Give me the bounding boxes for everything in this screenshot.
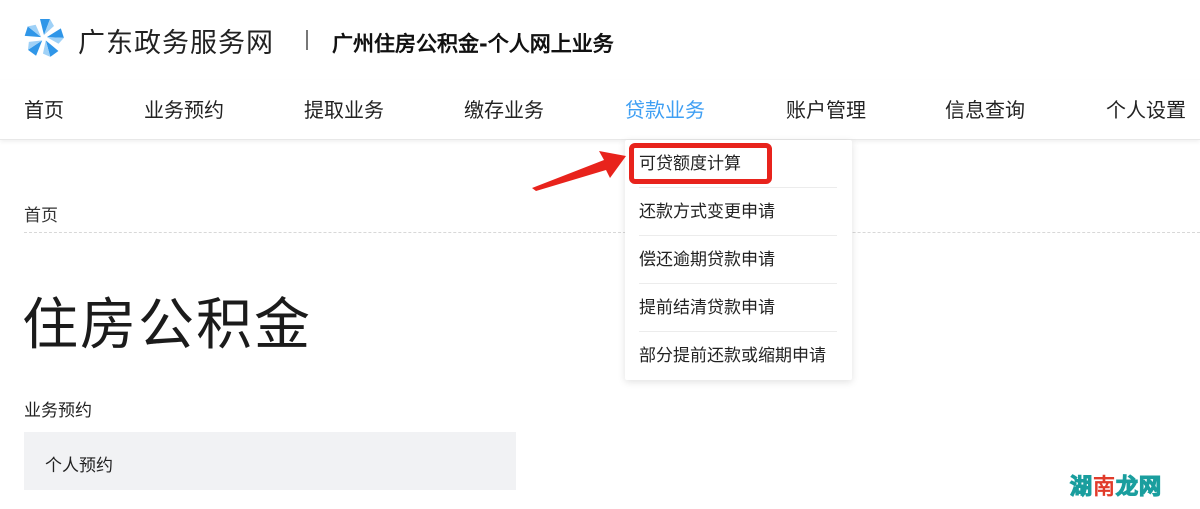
dropdown-item-repayment-change[interactable]: 还款方式变更申请 (639, 188, 837, 236)
appointment-card[interactable]: 个人预约 (24, 432, 516, 490)
nav-item-withdrawal[interactable]: 提取业务 (304, 94, 384, 123)
page: 广东政务服务网 广州住房公积金-个人网上业务 首页 业务预约 提取业务 缴存业务… (0, 0, 1200, 509)
watermark-part1: 湖 (1069, 474, 1094, 500)
breadcrumb[interactable]: 首页 (24, 201, 58, 226)
nav-item-settings[interactable]: 个人设置 (1106, 94, 1186, 123)
dropdown-item-early-settlement[interactable]: 提前结清贷款申请 (639, 284, 837, 332)
nav-item-appointment[interactable]: 业务预约 (144, 94, 224, 123)
dropdown-item-partial-prepayment[interactable]: 部分提前还款或缩期申请 (639, 332, 837, 380)
pointer-arrow-icon (532, 151, 626, 191)
card-label: 个人预约 (45, 456, 113, 476)
section-label: 业务预约 (24, 401, 92, 421)
header-subtitle: 广州住房公积金-个人网上业务 (332, 32, 614, 56)
dashed-divider (24, 232, 1200, 233)
watermark-part2: 南 (1093, 475, 1117, 500)
page-title: 住房公积金 (22, 293, 312, 358)
watermark-logo: 湖南龙网 (1069, 469, 1163, 501)
site-name[interactable]: 广东政务服务网 (78, 21, 274, 60)
logo-icon[interactable] (22, 16, 66, 60)
nav-item-query[interactable]: 信息查询 (945, 94, 1025, 123)
header-divider (306, 30, 308, 50)
main-nav: 首页 业务预约 提取业务 缴存业务 贷款业务 账户管理 信息查询 个人设置 (0, 80, 1200, 140)
nav-item-deposit[interactable]: 缴存业务 (464, 94, 544, 123)
watermark-part3: 龙网 (1115, 474, 1163, 500)
nav-item-account[interactable]: 账户管理 (786, 94, 866, 123)
nav-item-loan[interactable]: 贷款业务 (625, 94, 705, 123)
site-header: 广东政务服务网 广州住房公积金-个人网上业务 (0, 0, 1200, 80)
nav-item-home[interactable]: 首页 (24, 94, 64, 123)
highlight-box (629, 143, 772, 184)
dropdown-item-overdue-repayment[interactable]: 偿还逾期贷款申请 (639, 236, 837, 284)
